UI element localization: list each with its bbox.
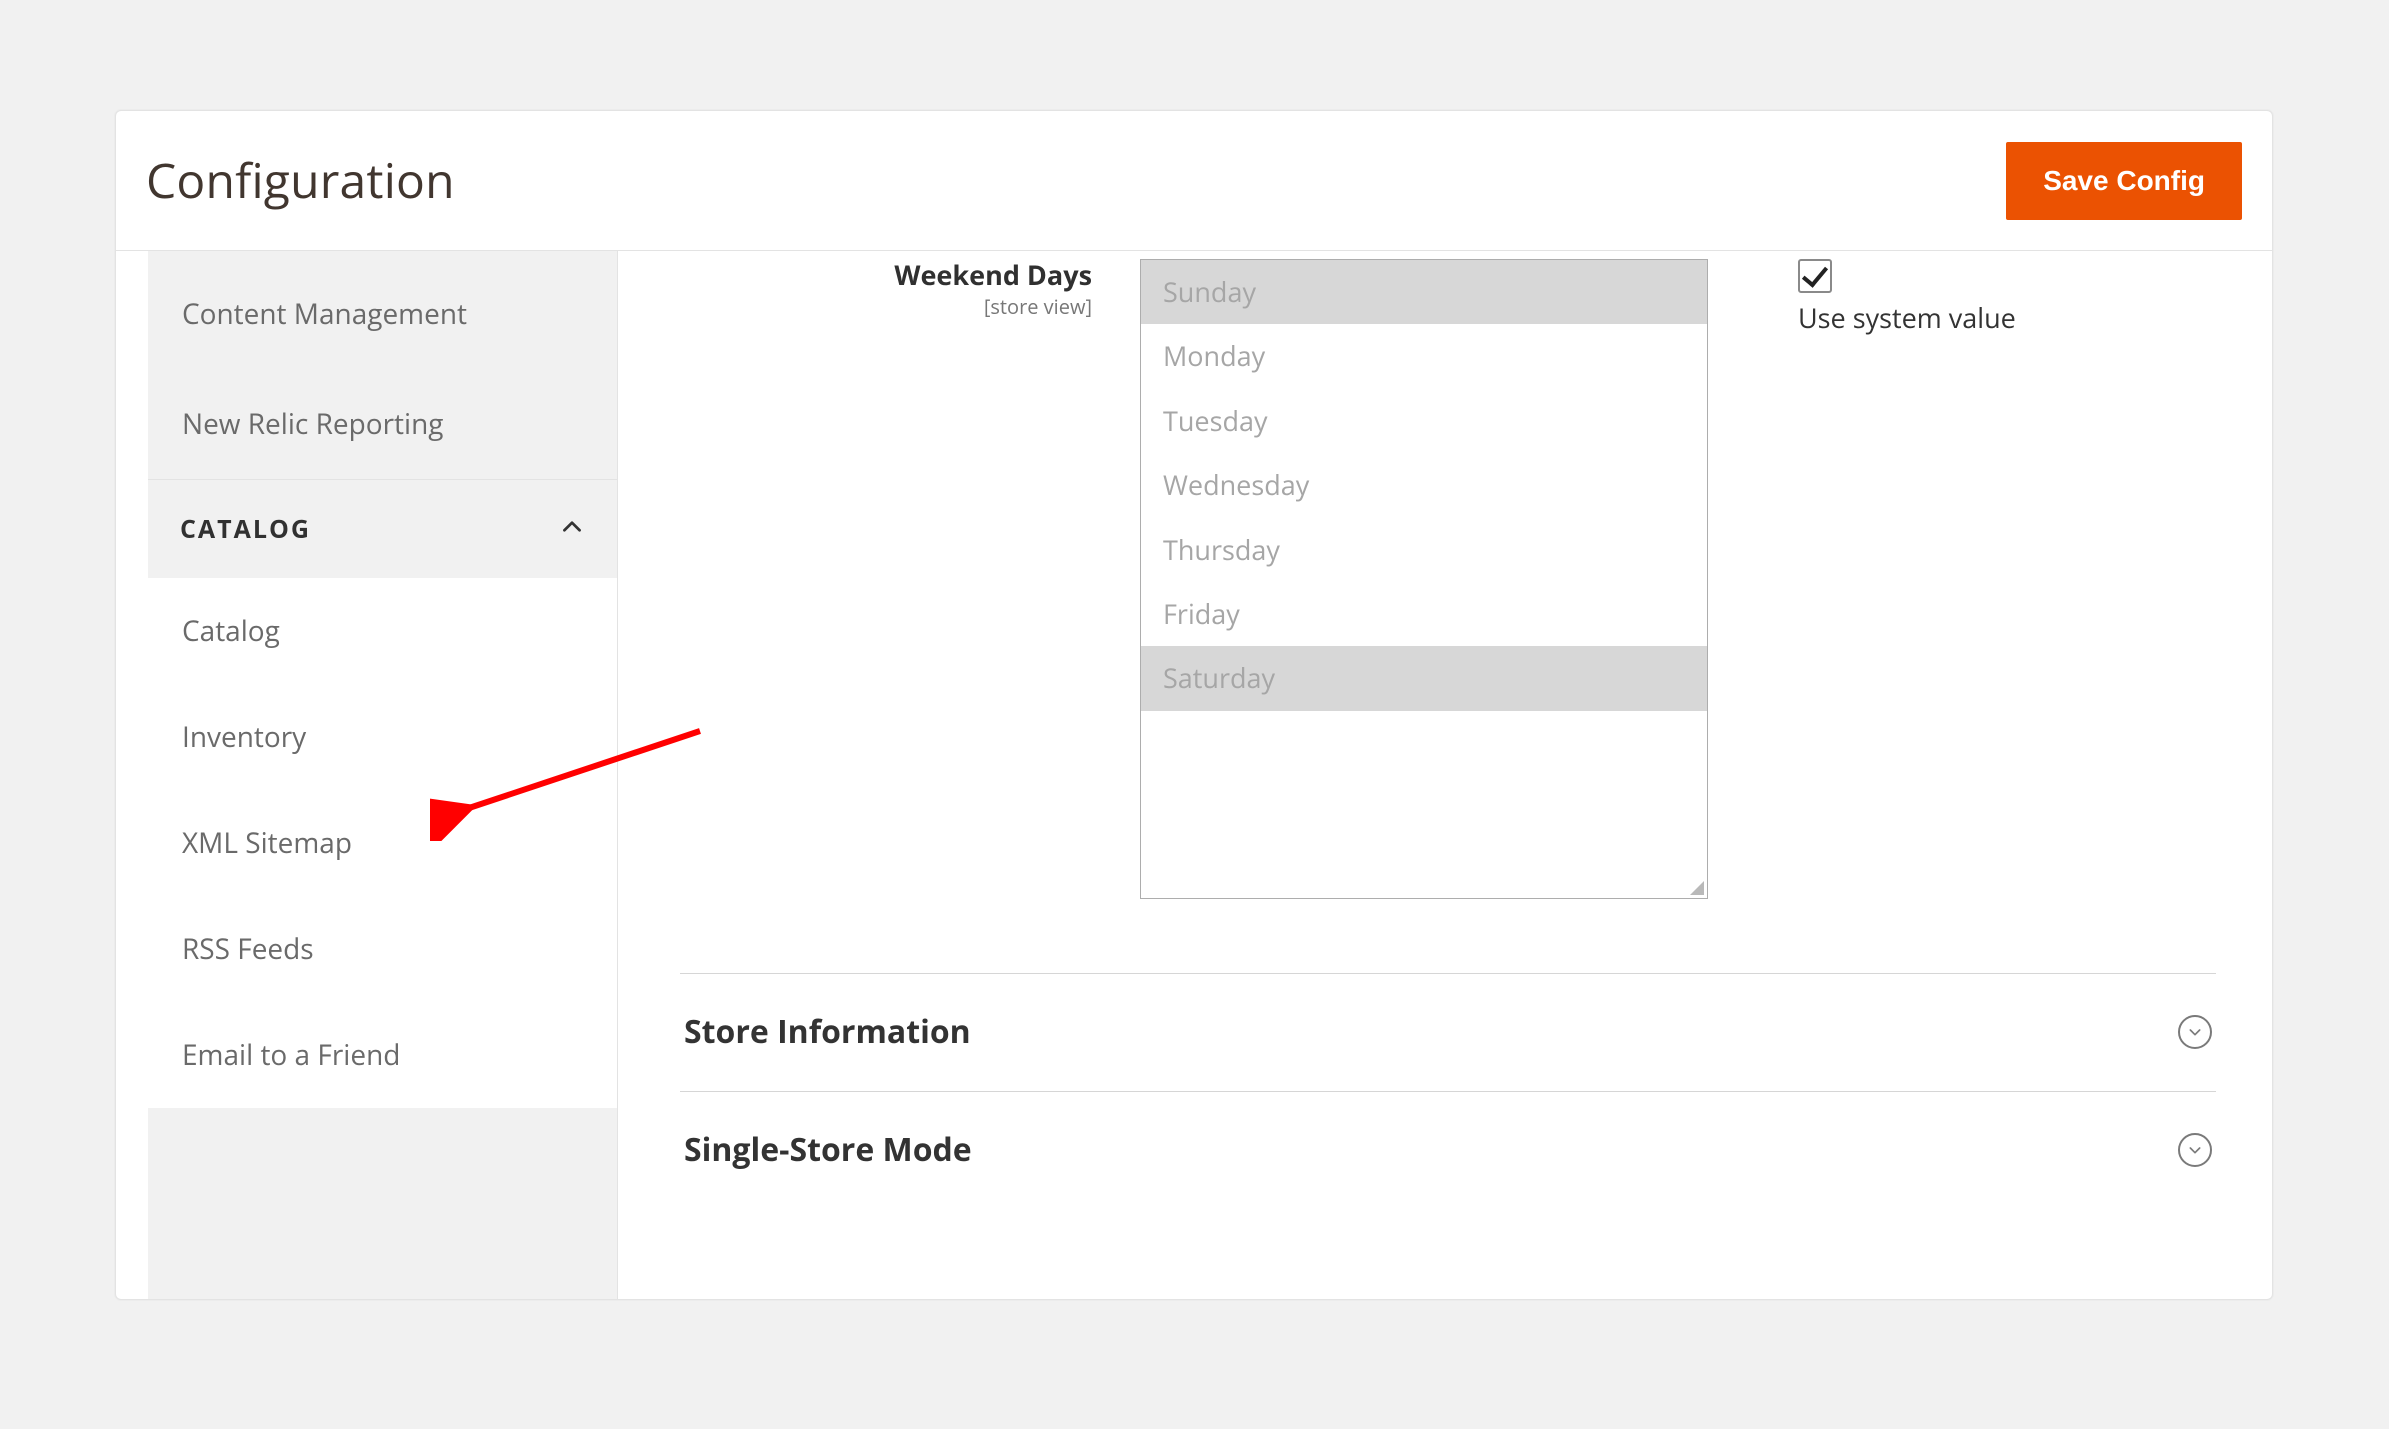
field-label: Weekend Days: [680, 259, 1092, 291]
use-system-column: Use system value: [1708, 259, 2016, 336]
sidebar-item-catalog[interactable]: Catalog: [148, 578, 617, 684]
save-config-button[interactable]: Save Config: [2006, 142, 2242, 220]
accordion-store-information[interactable]: Store Information: [680, 973, 2216, 1091]
option-tuesday[interactable]: Tuesday: [1141, 389, 1707, 453]
field-label-column: Weekend Days [store view]: [680, 259, 1140, 320]
chevron-up-icon: [559, 514, 585, 545]
weekend-days-multiselect[interactable]: Sunday Monday Tuesday Wednesday Thursday…: [1140, 259, 1708, 899]
accordion-single-store-mode[interactable]: Single-Store Mode: [680, 1091, 2216, 1209]
field-scope: [store view]: [680, 293, 1092, 320]
accordion-title: Store Information: [684, 1010, 971, 1053]
option-monday[interactable]: Monday: [1141, 324, 1707, 388]
sidebar-section-label: CATALOG: [180, 512, 311, 546]
sidebar-section-catalog[interactable]: CATALOG: [148, 480, 617, 578]
sidebar-item-content-management[interactable]: Content Management: [148, 259, 617, 369]
option-thursday[interactable]: Thursday: [1141, 518, 1707, 582]
accordion-title: Single-Store Mode: [684, 1128, 972, 1171]
option-friday[interactable]: Friday: [1141, 582, 1707, 646]
weekend-days-field-row: Weekend Days [store view] Sunday Monday …: [680, 251, 2216, 899]
sidebar-item-inventory[interactable]: Inventory: [148, 684, 617, 790]
accordion-group: Store Information Single-Store Mode: [680, 973, 2216, 1209]
page-title: Configuration: [146, 148, 455, 213]
config-content: Weekend Days [store view] Sunday Monday …: [624, 251, 2272, 1299]
use-system-value-label: Use system value: [1798, 299, 2016, 336]
sidebar-item-new-relic-reporting[interactable]: New Relic Reporting: [148, 369, 617, 479]
sidebar-item-xml-sitemap[interactable]: XML Sitemap: [148, 790, 617, 896]
resize-handle-icon[interactable]: [1683, 874, 1707, 898]
sidebar-item-email-to-friend[interactable]: Email to a Friend: [148, 1002, 617, 1108]
sidebar-catalog-items: Catalog Inventory XML Sitemap RSS Feeds …: [148, 578, 617, 1108]
panel-body: Content Management New Relic Reporting C…: [116, 251, 2272, 1299]
option-saturday[interactable]: Saturday: [1141, 646, 1707, 710]
sidebar-item-rss-feeds[interactable]: RSS Feeds: [148, 896, 617, 1002]
config-panel: Configuration Save Config Content Manage…: [115, 110, 2273, 1300]
panel-header: Configuration Save Config: [116, 111, 2272, 251]
sidebar-general-block: Content Management New Relic Reporting: [148, 259, 617, 480]
option-sunday[interactable]: Sunday: [1141, 260, 1707, 324]
config-sidebar: Content Management New Relic Reporting C…: [148, 251, 618, 1299]
chevron-down-icon: [2178, 1015, 2212, 1049]
option-wednesday[interactable]: Wednesday: [1141, 453, 1707, 517]
use-system-value-checkbox[interactable]: [1798, 259, 1832, 293]
chevron-down-icon: [2178, 1133, 2212, 1167]
